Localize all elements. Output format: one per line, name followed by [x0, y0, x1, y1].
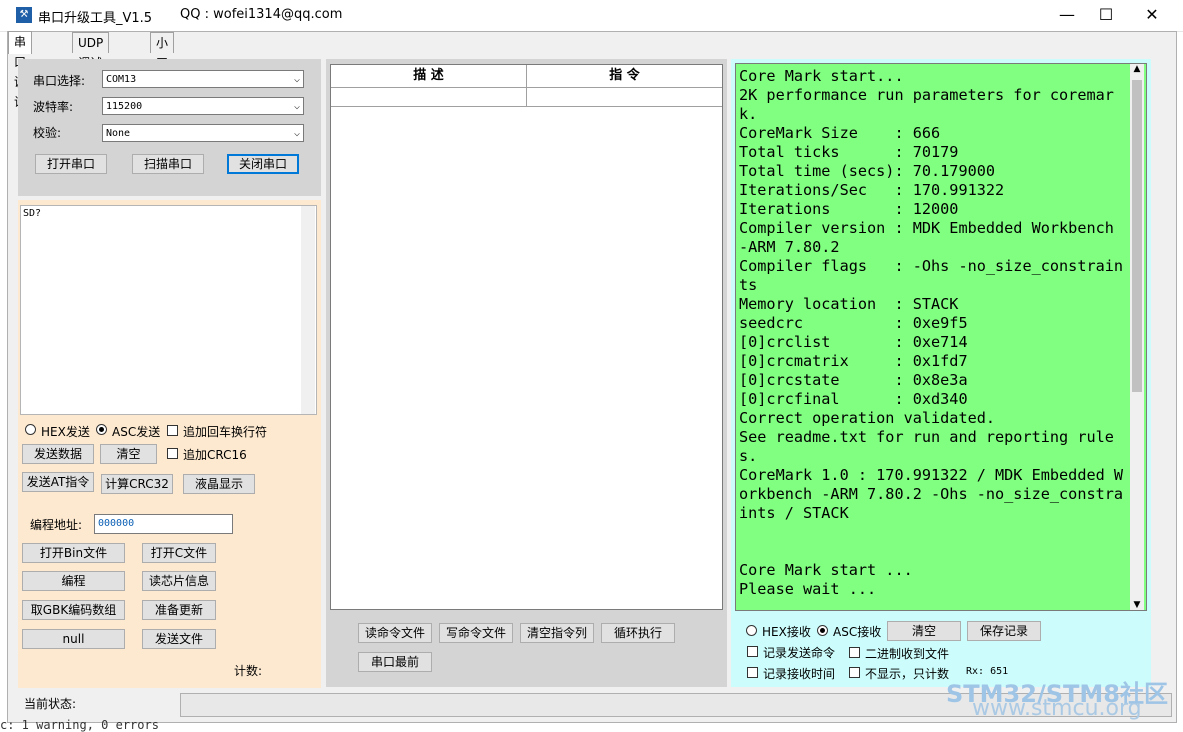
baud-select[interactable]: 115200 ⌵ [102, 97, 304, 115]
table-cell[interactable] [331, 87, 527, 107]
scroll-down-icon[interactable]: ▼ [1131, 600, 1143, 610]
parity-label: 校验: [33, 126, 62, 140]
serial-front-button[interactable]: 串口最前 [358, 652, 432, 672]
tab-serial-debug[interactable]: 串口调试 [8, 31, 33, 109]
port-value: COM13 [106, 74, 137, 85]
program-address-input[interactable]: 000000 [94, 514, 233, 534]
crc32-button[interactable]: 计算CRC32 [101, 474, 173, 494]
save-log-button[interactable]: 保存记录 [967, 621, 1041, 641]
watermark-url: www.stmcu.org [972, 696, 1142, 721]
asc-send-radio[interactable] [96, 424, 107, 435]
gbk-array-button[interactable]: 取GBK编码数组 [22, 600, 125, 620]
read-chip-info-button[interactable]: 读芯片信息 [142, 571, 216, 591]
table-cell[interactable] [527, 87, 722, 107]
chevron-down-icon: ⌵ [293, 74, 300, 85]
hex-send-label: HEX发送 [41, 425, 90, 439]
open-c-file-button[interactable]: 打开C文件 [142, 543, 216, 563]
baud-label: 波特率: [33, 100, 74, 114]
send-data-button[interactable]: 发送数据 [22, 444, 94, 464]
no-display-checkbox[interactable] [849, 667, 860, 678]
send-text: SD? [23, 208, 42, 219]
count-label: 计数: [234, 664, 263, 678]
port-label: 串口选择: [33, 74, 86, 88]
open-port-button[interactable]: 打开串口 [35, 154, 107, 174]
append-crc-checkbox[interactable] [167, 448, 178, 459]
loop-execute-button[interactable]: 循环执行 [601, 623, 675, 643]
read-command-file-button[interactable]: 读命令文件 [358, 623, 432, 643]
baud-value: 115200 [106, 101, 143, 112]
column-header-command[interactable]: 指 令 [527, 65, 722, 88]
scrollbar-thumb[interactable] [1132, 80, 1142, 392]
append-crc-label: 追加CRC16 [183, 448, 247, 462]
clear-send-button[interactable]: 清空 [100, 444, 157, 464]
asc-recv-label: ASC接收 [833, 625, 882, 639]
background-build-output: c: 1 warning, 0 errors [0, 718, 159, 732]
log-send-label: 记录发送命令 [763, 646, 836, 660]
write-command-file-button[interactable]: 写命令文件 [439, 623, 513, 643]
asc-send-label: ASC发送 [112, 425, 161, 439]
qq-contact: QQ : wofei1314@qq.com [180, 7, 343, 22]
close-port-button[interactable]: 关闭串口 [227, 154, 299, 174]
program-button[interactable]: 编程 [22, 571, 125, 591]
title-bar [0, 0, 1183, 32]
tab-tools[interactable]: 小工具 [150, 32, 175, 90]
chevron-down-icon: ⌵ [293, 128, 300, 139]
tab-udp-debug[interactable]: UDP调试工具 [72, 32, 110, 90]
binary-file-checkbox[interactable] [849, 647, 860, 658]
asc-recv-radio[interactable] [817, 625, 828, 636]
clear-receive-button[interactable]: 清空 [887, 621, 961, 641]
maximize-button[interactable]: ☐ [1083, 0, 1129, 30]
log-time-label: 记录接收时间 [763, 667, 836, 681]
command-table[interactable]: 描 述 指 令 [330, 64, 723, 610]
window-title: 串口升级工具_V1.5 [38, 11, 153, 26]
append-crlf-checkbox[interactable] [167, 425, 178, 436]
console-output: Core Mark start... 2K performance run pa… [739, 67, 1124, 598]
prepare-update-button[interactable]: 准备更新 [142, 600, 216, 620]
hex-recv-label: HEX接收 [762, 625, 811, 639]
null-button[interactable]: null [22, 629, 125, 649]
status-label: 当前状态: [24, 697, 77, 711]
send-scrollbar[interactable] [301, 206, 315, 414]
send-at-button[interactable]: 发送AT指令 [22, 472, 94, 492]
scroll-up-icon[interactable]: ▲ [1131, 64, 1143, 74]
clear-command-list-button[interactable]: 清空指令列 [520, 623, 594, 643]
append-crlf-label: 追加回车换行符 [183, 425, 268, 439]
chevron-down-icon: ⌵ [293, 101, 300, 112]
scan-port-button[interactable]: 扫描串口 [132, 154, 204, 174]
app-icon: ⚒ [16, 7, 32, 23]
port-select[interactable]: COM13 ⌵ [102, 70, 304, 88]
log-send-checkbox[interactable] [747, 646, 758, 657]
receive-console[interactable]: Core Mark start... 2K performance run pa… [735, 63, 1147, 611]
hex-send-radio[interactable] [25, 424, 36, 435]
program-address-label: 编程地址: [30, 518, 83, 532]
close-button[interactable]: ✕ [1129, 0, 1175, 30]
send-file-button[interactable]: 发送文件 [142, 629, 216, 649]
send-textarea[interactable]: SD? [20, 205, 317, 415]
lcd-display-button[interactable]: 液晶显示 [183, 474, 255, 494]
column-header-description[interactable]: 描 述 [331, 65, 527, 88]
console-scrollbar[interactable]: ▲ ▼ [1130, 64, 1144, 610]
parity-select[interactable]: None ⌵ [102, 124, 304, 142]
parity-value: None [106, 128, 131, 139]
log-time-checkbox[interactable] [747, 667, 758, 678]
open-bin-button[interactable]: 打开Bin文件 [22, 543, 125, 563]
binary-file-label: 二进制收到文件 [865, 647, 950, 661]
hex-recv-radio[interactable] [746, 625, 757, 636]
no-display-label: 不显示，只计数 [865, 667, 950, 681]
